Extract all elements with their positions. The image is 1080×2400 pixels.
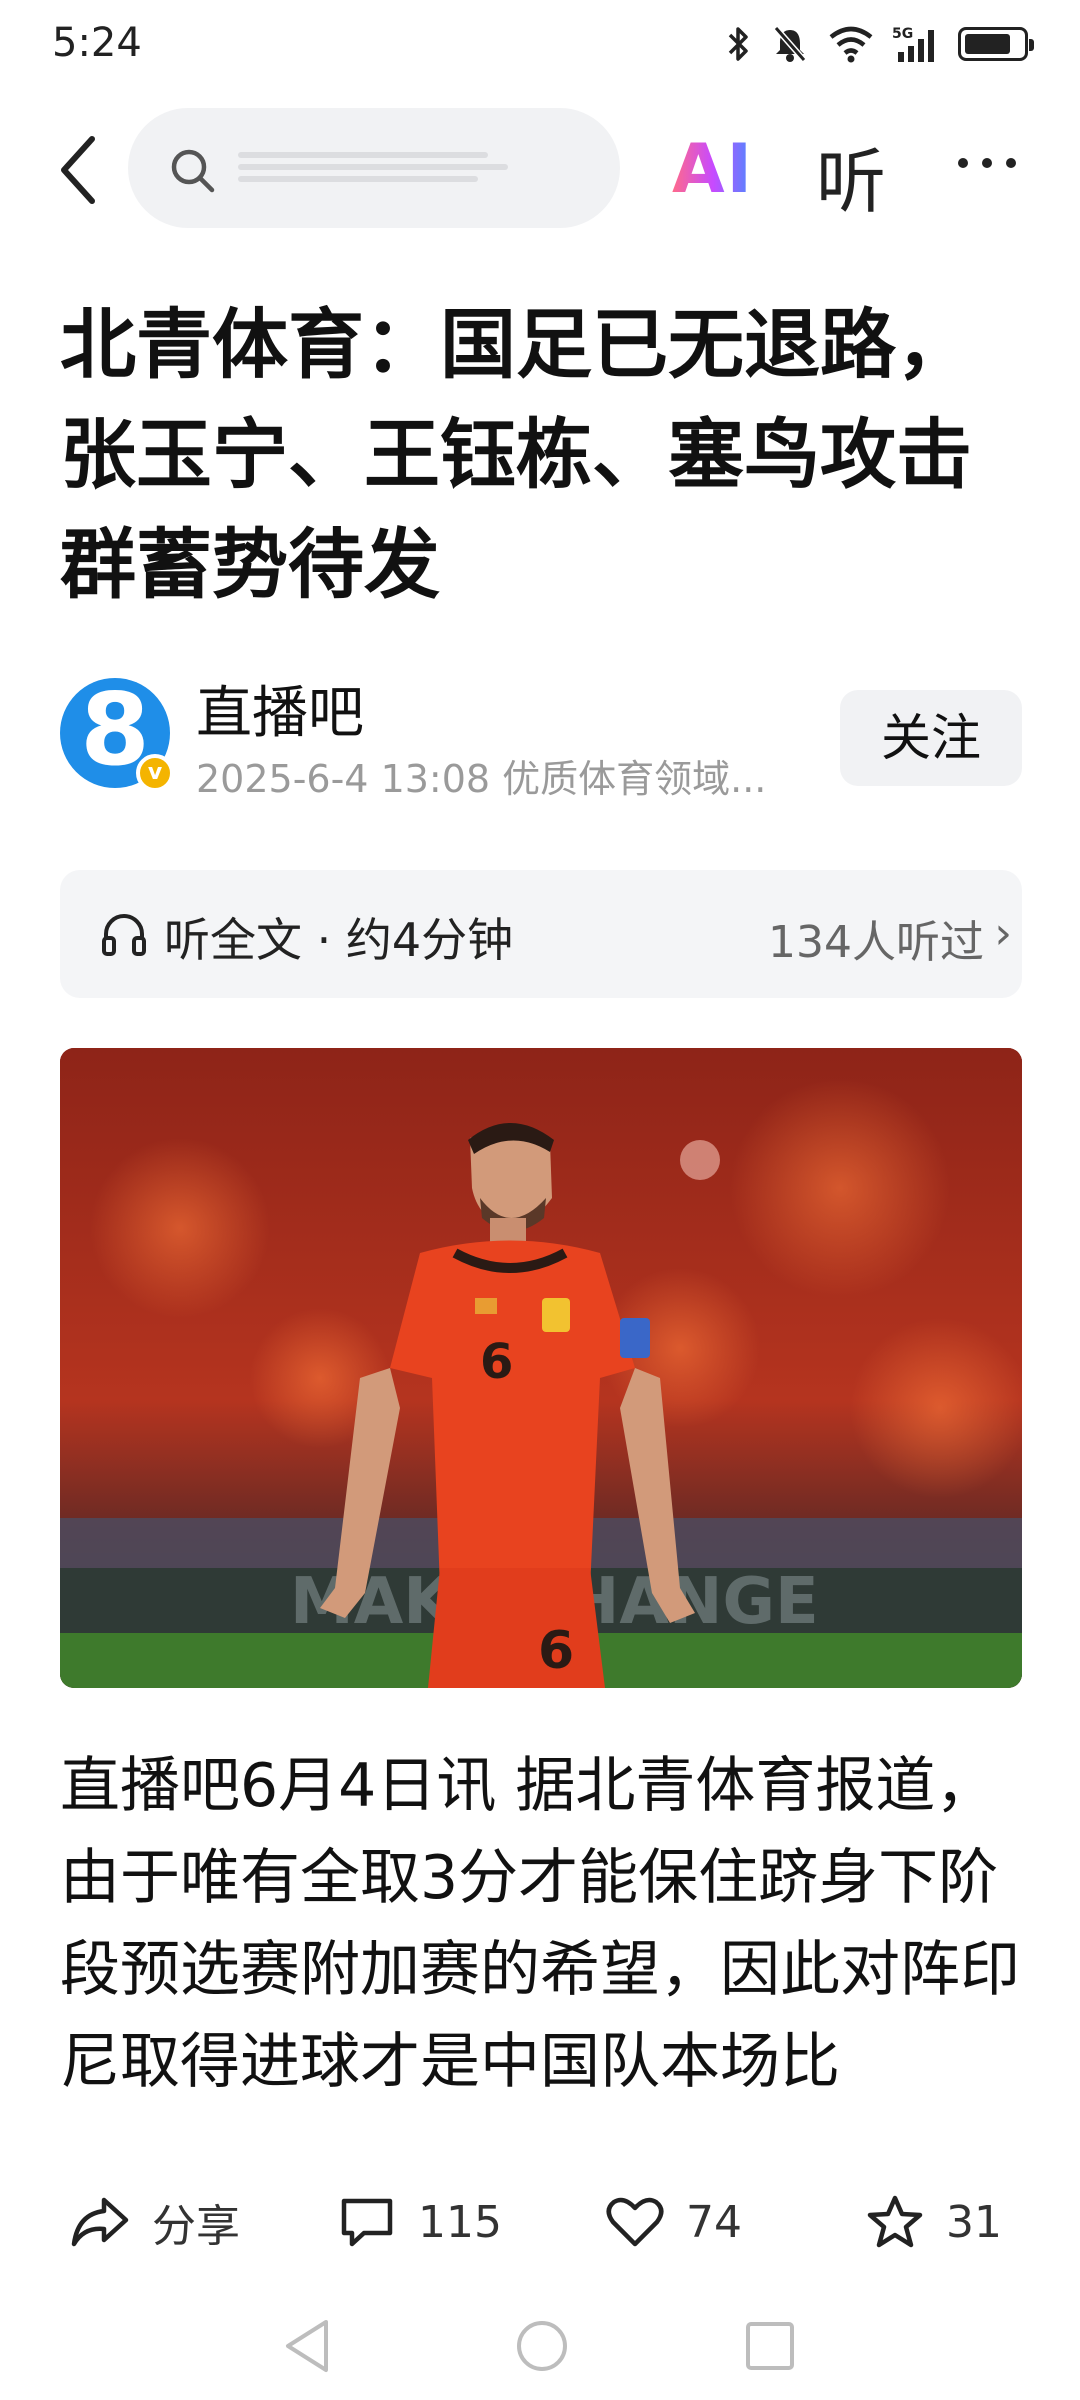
system-nav-bar: [0, 2300, 1080, 2400]
wifi-icon: [829, 26, 873, 63]
star-icon: [867, 2195, 923, 2248]
listen-count: 134人听过 ›: [768, 906, 1012, 970]
more-button[interactable]: [958, 158, 1016, 168]
listen-count-text: 134人听过: [768, 917, 984, 968]
listen-full-text-bar[interactable]: 听全文 · 约4分钟 134人听过 ›: [60, 870, 1022, 998]
author-meta: 2025-6-4 13:08 优质体育领域...: [196, 757, 767, 801]
comment-button[interactable]: 115: [338, 2190, 502, 2254]
author-avatar[interactable]: 8 v: [60, 672, 174, 792]
dot: [1006, 158, 1016, 168]
share-button[interactable]: 分享: [70, 2190, 240, 2254]
share-icon: [71, 2197, 129, 2247]
search-box[interactable]: [128, 108, 620, 228]
dot: [958, 158, 968, 168]
article-title: 北青体育：国足已无退路，张玉宁、王钰栋、塞鸟攻击群蓄势待发: [60, 300, 972, 609]
back-icon: [61, 136, 95, 204]
nav-back-icon[interactable]: [282, 2318, 332, 2374]
nav-home-icon[interactable]: [514, 2318, 570, 2374]
battery-fill: [965, 34, 1010, 54]
comment-count: 115: [418, 2196, 502, 2248]
comment-icon: [341, 2198, 393, 2247]
status-icons: 5G: [726, 22, 1034, 66]
status-time: 5:24: [52, 20, 142, 66]
listen-button[interactable]: 听: [816, 126, 886, 227]
like-count: 74: [686, 2196, 742, 2248]
battery-icon: [958, 27, 1034, 61]
headphone-icon: [102, 914, 146, 956]
search-hint-blurred: [238, 150, 508, 186]
status-bar: 5:24 5G: [0, 0, 1080, 90]
network-label: 5G: [892, 26, 913, 42]
photo-football-player: MAKE CHANGE 6 6: [60, 1048, 1022, 1688]
like-button[interactable]: 74: [606, 2190, 742, 2254]
action-bar: 分享 115 74 31: [0, 2166, 1080, 2276]
bluetooth-icon: [728, 27, 748, 61]
chevron-right-icon: ›: [994, 908, 1012, 959]
top-nav: AI 听: [0, 100, 1080, 240]
dot: [982, 158, 992, 168]
mute-icon: [773, 26, 807, 62]
shorts-number: 6: [538, 1621, 574, 1681]
article-body: 直播吧6月4日讯 据北青体育报道，由于唯有全取3分才能保住跻身下阶段预选赛附加赛…: [60, 1751, 1020, 2097]
heart-icon: [606, 2197, 664, 2247]
search-icon: [171, 149, 215, 193]
author-name[interactable]: 直播吧: [196, 668, 364, 749]
follow-button[interactable]: 关注: [840, 690, 1022, 786]
back-button[interactable]: [52, 130, 104, 210]
verified-badge-icon: v: [136, 754, 174, 792]
5g-signal-icon: 5G: [892, 26, 934, 62]
ai-label: AI: [672, 130, 754, 209]
favorite-button[interactable]: 31: [866, 2190, 1002, 2254]
ai-button[interactable]: AI: [672, 130, 754, 209]
jersey-number: 6: [480, 1334, 513, 1390]
listen-label: 听全文 · 约4分钟: [164, 913, 514, 967]
article-photo[interactable]: MAKE CHANGE 6 6: [60, 1048, 1022, 1688]
share-label: 分享: [152, 2201, 240, 2252]
nav-recents-icon[interactable]: [744, 2320, 796, 2372]
favorite-count: 31: [946, 2196, 1002, 2248]
